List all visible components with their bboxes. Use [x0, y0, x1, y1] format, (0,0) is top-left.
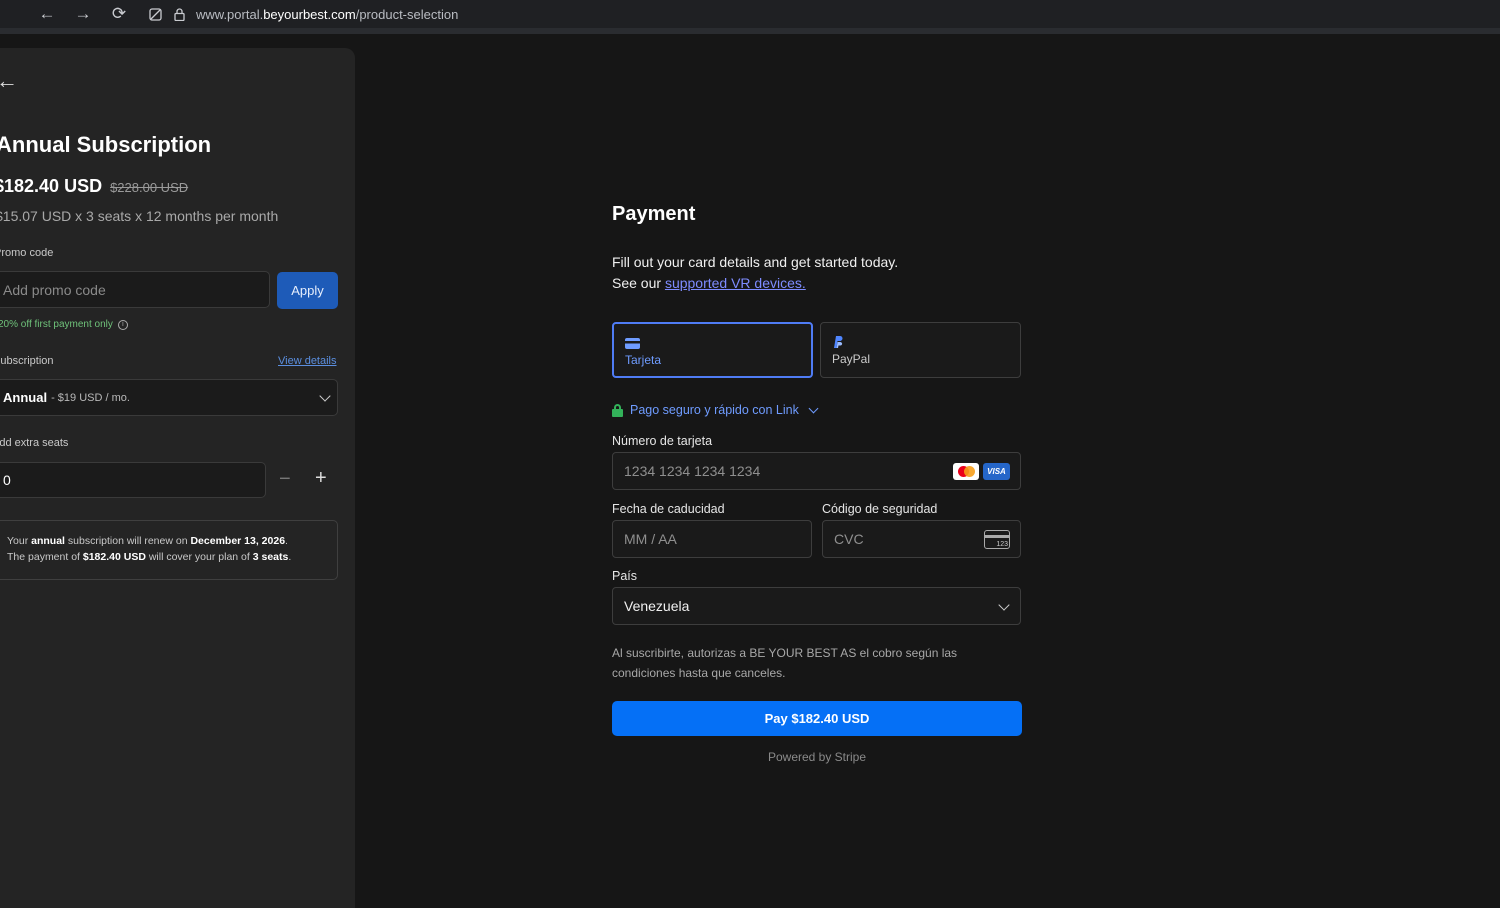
lock-icon[interactable]	[172, 7, 186, 21]
terms-line: Al suscribirte, autorizas a BE YOUR BEST…	[612, 646, 958, 660]
tracking-shield-icon[interactable]	[148, 7, 162, 21]
country-value: Venezuela	[624, 598, 690, 614]
payment-method-paypal[interactable]: PayPal	[820, 322, 1021, 378]
reload-icon[interactable]: ⟳	[109, 4, 129, 24]
visa-icon: VISA	[983, 463, 1010, 480]
apply-promo-button[interactable]: Apply	[277, 272, 338, 309]
decrement-seats-button[interactable]: −	[279, 468, 291, 491]
renewal-line-2: The payment of $182.40 USD will cover yo…	[7, 551, 292, 563]
info-icon[interactable]: i	[117, 319, 128, 330]
card-number-placeholder: 1234 1234 1234 1234	[624, 463, 761, 479]
subscription-summary-panel: ← Annual Subscription $182.40 USD $228.0…	[0, 48, 355, 908]
price-original: $228.00 USD	[110, 180, 189, 195]
lock-icon	[612, 403, 623, 417]
payment-method-label: PayPal	[832, 352, 871, 366]
powered-by-stripe: Powered by Stripe	[767, 750, 867, 764]
promo-note-text: 20% off first payment only	[0, 319, 113, 330]
extra-seats-input[interactable]	[0, 462, 266, 498]
forward-arrow-icon[interactable]: →	[73, 4, 93, 24]
chevron-down-icon	[319, 390, 331, 402]
payment-description-line: Fill out your card details and get start…	[612, 254, 899, 270]
increment-seats-button[interactable]: +	[315, 467, 327, 490]
view-details-link[interactable]: View details	[278, 355, 337, 367]
subscription-title: Annual Subscription	[0, 132, 212, 157]
cvc-card-icon: 123	[984, 530, 1010, 549]
url-text[interactable]: www.portal.beyourbest.com/product-select…	[196, 7, 458, 22]
browser-toolbar: ← → ⟳ www.portal.beyourbest.com/product-…	[0, 0, 1500, 34]
pay-button[interactable]: Pay $182.40 USD	[612, 701, 1022, 736]
cvc-field[interactable]: CVC 123	[822, 520, 1021, 558]
back-arrow-icon[interactable]: ←	[0, 68, 18, 94]
accepted-cards: VISA	[953, 463, 1010, 480]
cvc-placeholder: CVC	[834, 531, 864, 547]
card-icon	[625, 336, 640, 354]
supported-devices-line: See our supported VR devices.	[612, 275, 806, 291]
payment-method-label: Tarjeta	[625, 353, 662, 367]
payment-method-card[interactable]: Tarjeta	[612, 322, 813, 378]
back-arrow-icon[interactable]: ←	[37, 4, 57, 24]
plan-price: - $19 USD / mo.	[51, 391, 130, 404]
mastercard-icon	[953, 463, 979, 480]
expiry-placeholder: MM / AA	[624, 531, 677, 547]
expiry-label: Fecha de caducidad	[612, 502, 725, 516]
payment-description: Fill out your card details and get start…	[612, 252, 898, 294]
promo-note: 20% off first payment only i	[0, 319, 128, 330]
price-breakdown: $15.07 USD x 3 seats x 12 months per mon…	[0, 208, 279, 224]
renewal-line-1: Your annual subscription will renew on D…	[7, 535, 288, 547]
terms-text: Al suscribirte, autorizas a BE YOUR BEST…	[612, 643, 957, 683]
terms-line: condiciones hasta que canceles.	[612, 666, 786, 680]
extra-seats-label: Add extra seats	[0, 437, 69, 449]
plan-name: Annual	[3, 390, 48, 405]
supported-devices-link[interactable]: supported VR devices.	[665, 275, 806, 291]
card-number-field[interactable]: 1234 1234 1234 1234 VISA	[612, 452, 1021, 490]
payment-title: Payment	[612, 203, 696, 225]
address-bar[interactable]: www.portal.beyourbest.com/product-select…	[148, 0, 458, 28]
chevron-down-icon	[998, 599, 1010, 611]
chevron-down-icon	[808, 403, 819, 413]
expiry-field[interactable]: MM / AA	[612, 520, 812, 558]
subscription-label: Subscription	[0, 355, 54, 367]
promo-code-input[interactable]	[0, 271, 270, 308]
cvc-label: Código de seguridad	[822, 502, 938, 516]
country-select[interactable]: Venezuela	[612, 587, 1021, 625]
country-label: País	[612, 569, 638, 583]
card-number-label: Número de tarjeta	[612, 434, 713, 448]
price-row: $182.40 USD $228.00 USD	[0, 176, 188, 197]
renewal-info-box: Your annual subscription will renew on D…	[0, 520, 338, 580]
link-secure-payment-toggle[interactable]: Pago seguro y rápido con Link	[612, 403, 819, 417]
toolbar-divider	[0, 28, 1500, 34]
link-secure-payment-text: Pago seguro y rápido con Link	[630, 403, 799, 417]
promo-code-label: Promo code	[0, 247, 54, 259]
subscription-select[interactable]: Annual - $19 USD / mo.	[0, 379, 338, 416]
price-total: $182.40 USD	[0, 176, 103, 196]
